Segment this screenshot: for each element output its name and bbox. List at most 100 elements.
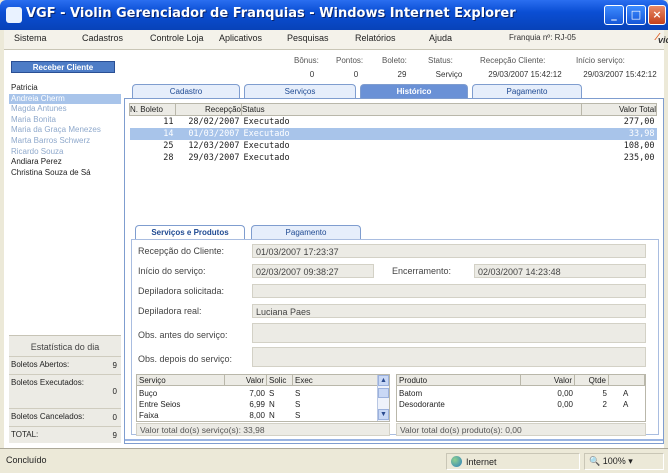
produtos-col-qtde[interactable]: Qtde [575,375,609,386]
cell-valor: 235,00 [623,152,655,163]
menu-aplicativos[interactable]: Aplicativos [219,33,262,43]
cell-recepcao: 01/03/2007 [175,127,242,140]
menu-controle-loja[interactable]: Controle Loja [150,33,204,43]
servicos-col-exec[interactable]: Exec [293,375,379,386]
menu-sistema[interactable]: Sistema [14,33,47,43]
table-row[interactable]: 11 28/02/2007 Executado 277,00 [130,116,657,128]
servicos-col-valor[interactable]: Valor [225,375,267,386]
app-menubar: Sistema Cadastros Controle Loja Aplicati… [4,30,668,50]
col-header-valor[interactable]: Valor Total [581,103,657,116]
boleto-label: Boleto: [382,56,407,65]
obs-depois-field[interactable] [252,347,646,367]
subtab-servicos-produtos[interactable]: Serviços e Produtos [135,225,245,239]
tab-historico[interactable]: Histórico [360,84,468,98]
produtos-col-extra[interactable] [609,375,645,386]
maximize-button[interactable]: □ [626,5,646,25]
produtos-col-produto[interactable]: Produto [397,375,521,386]
scroll-thumb[interactable] [378,388,389,398]
inicio-info: Início serviço: 29/03/2007 15:42:12 [576,56,664,79]
daily-stats-panel: Estatística do dia Boletos Abertos: 9 Bo… [9,335,121,443]
tab-servicos[interactable]: Serviços [244,84,356,98]
receive-client-button[interactable]: Receber Cliente [11,61,115,73]
table-row[interactable]: 25 12/03/2007 Executado 108,00 [130,140,657,152]
servico-name[interactable]: Buço [137,388,159,399]
servico-solic: N [269,400,275,409]
client-item-selected[interactable]: Andreia Cherm [9,93,121,105]
produtos-total: Valor total do(s) produto(s): 0,00 [396,423,646,436]
zoom-control[interactable]: 🔍 100% ▾ [584,453,664,470]
encerramento-field[interactable]: 02/03/2007 14:23:48 [474,264,646,278]
table-row-selected[interactable]: 14 01/03/2007 Executado 33,98 [129,127,657,140]
logo-text: violin [658,35,668,45]
tab-cadastro[interactable]: Cadastro [132,84,240,98]
table-row[interactable]: 28 29/03/2007 Executado 235,00 [130,152,657,164]
scroll-down-icon[interactable]: ▼ [378,409,389,420]
dep-real-field[interactable]: Luciana Paes [252,304,646,318]
stats-label: Boletos Cancelados: [11,412,85,421]
dep-solicitada-field[interactable] [252,284,646,298]
minimize-button[interactable]: _ [604,5,624,25]
stats-title: Estatística do dia [30,342,100,352]
stats-label: Boletos Executados: [11,378,84,387]
boleto-value: 29 [397,70,407,79]
servicos-col-servico[interactable]: Serviço [137,375,225,386]
bonus-value: 0 [309,70,315,79]
servico-exec: S [295,400,301,409]
window-title: VGF - Violin Gerenciador de Franquias - … [26,6,516,21]
servico-exec: S [295,389,301,398]
servico-name[interactable]: Faixa [137,410,161,421]
client-item[interactable]: Christina Souza de Sá [9,168,121,179]
cell-boleto: 11 [163,116,174,127]
produto-name[interactable]: Desodorante [397,399,447,410]
client-item[interactable]: Andiara Perez [9,157,121,168]
produto-qtde: 2 [602,400,607,409]
inicio-field-label: Início do serviço: [138,266,206,276]
menu-pesquisas[interactable]: Pesquisas [287,33,329,43]
servicos-total: Valor total do(s) serviço(s): 33,98 [136,423,390,436]
close-button[interactable]: × [648,5,666,25]
client-item[interactable]: Magda Antunes [9,104,121,115]
produto-name[interactable]: Batom [397,388,424,399]
boletos-table: N. Boleto Recepção Status Valor Total 11… [129,103,657,164]
tab-pagamento[interactable]: Pagamento [472,84,582,98]
cell-boleto: 25 [163,140,174,151]
pontos-info: Pontos: 0 [336,56,376,79]
stats-value: 0 [112,387,117,396]
boleto-details: Serviços e Produtos Pagamento Recepção d… [131,225,659,441]
main-tabs: Cadastro Serviços Histórico Pagamento [126,84,662,98]
stats-value: 0 [112,413,117,422]
stats-row: Boletos Executados: 0 [9,374,121,408]
servicos-grid: Serviço Valor Solic Exec Buço 7,00 S S E… [136,374,390,422]
stats-row: TOTAL: 9 [9,426,121,444]
col-header-recepcao[interactable]: Recepção [175,103,242,116]
menu-cadastros[interactable]: Cadastros [82,33,123,43]
client-item[interactable]: Marta Barros Schwerz [9,136,121,147]
recepcao-field-label: Recepção do Cliente: [138,246,225,256]
cell-valor: 108,00 [623,140,655,151]
client-item[interactable]: Ricardo Souza [9,147,121,158]
col-header-status[interactable]: Status [241,103,582,116]
inicio-label: Início serviço: [576,56,625,65]
encerramento-field-label: Encerramento: [392,266,452,276]
inicio-field[interactable]: 02/03/2007 09:38:27 [252,264,374,278]
subtab-pagamento[interactable]: Pagamento [251,225,361,239]
servicos-scrollbar[interactable]: ▲ ▼ [377,375,389,421]
client-item[interactable]: Maria da Graça Menezes [9,125,121,136]
obs-antes-field[interactable] [252,323,646,343]
servico-solic: S [269,389,275,398]
recepcao-field[interactable]: 01/03/2007 17:23:37 [252,244,646,258]
produtos-col-valor[interactable]: Valor [521,375,575,386]
menu-ajuda[interactable]: Ajuda [429,33,452,43]
dep-real-label: Depiladora real: [138,306,202,316]
scroll-up-icon[interactable]: ▲ [378,375,389,386]
servico-name[interactable]: Entre Seios [137,399,182,410]
cell-status: Executado [241,127,582,140]
menu-relatorios[interactable]: Relatórios [355,33,396,43]
client-item[interactable]: Patricia [9,83,121,94]
zone-indicator[interactable]: Internet [446,453,580,470]
client-item[interactable]: Maria Bonita [9,115,121,126]
servicos-col-solic[interactable]: Solic [267,375,293,386]
col-header-boleto[interactable]: N. Boleto [129,103,176,116]
app-client-area: Receber Cliente Patricia Andreia Cherm M… [4,50,664,448]
zoom-icon: 🔍 [589,456,601,466]
